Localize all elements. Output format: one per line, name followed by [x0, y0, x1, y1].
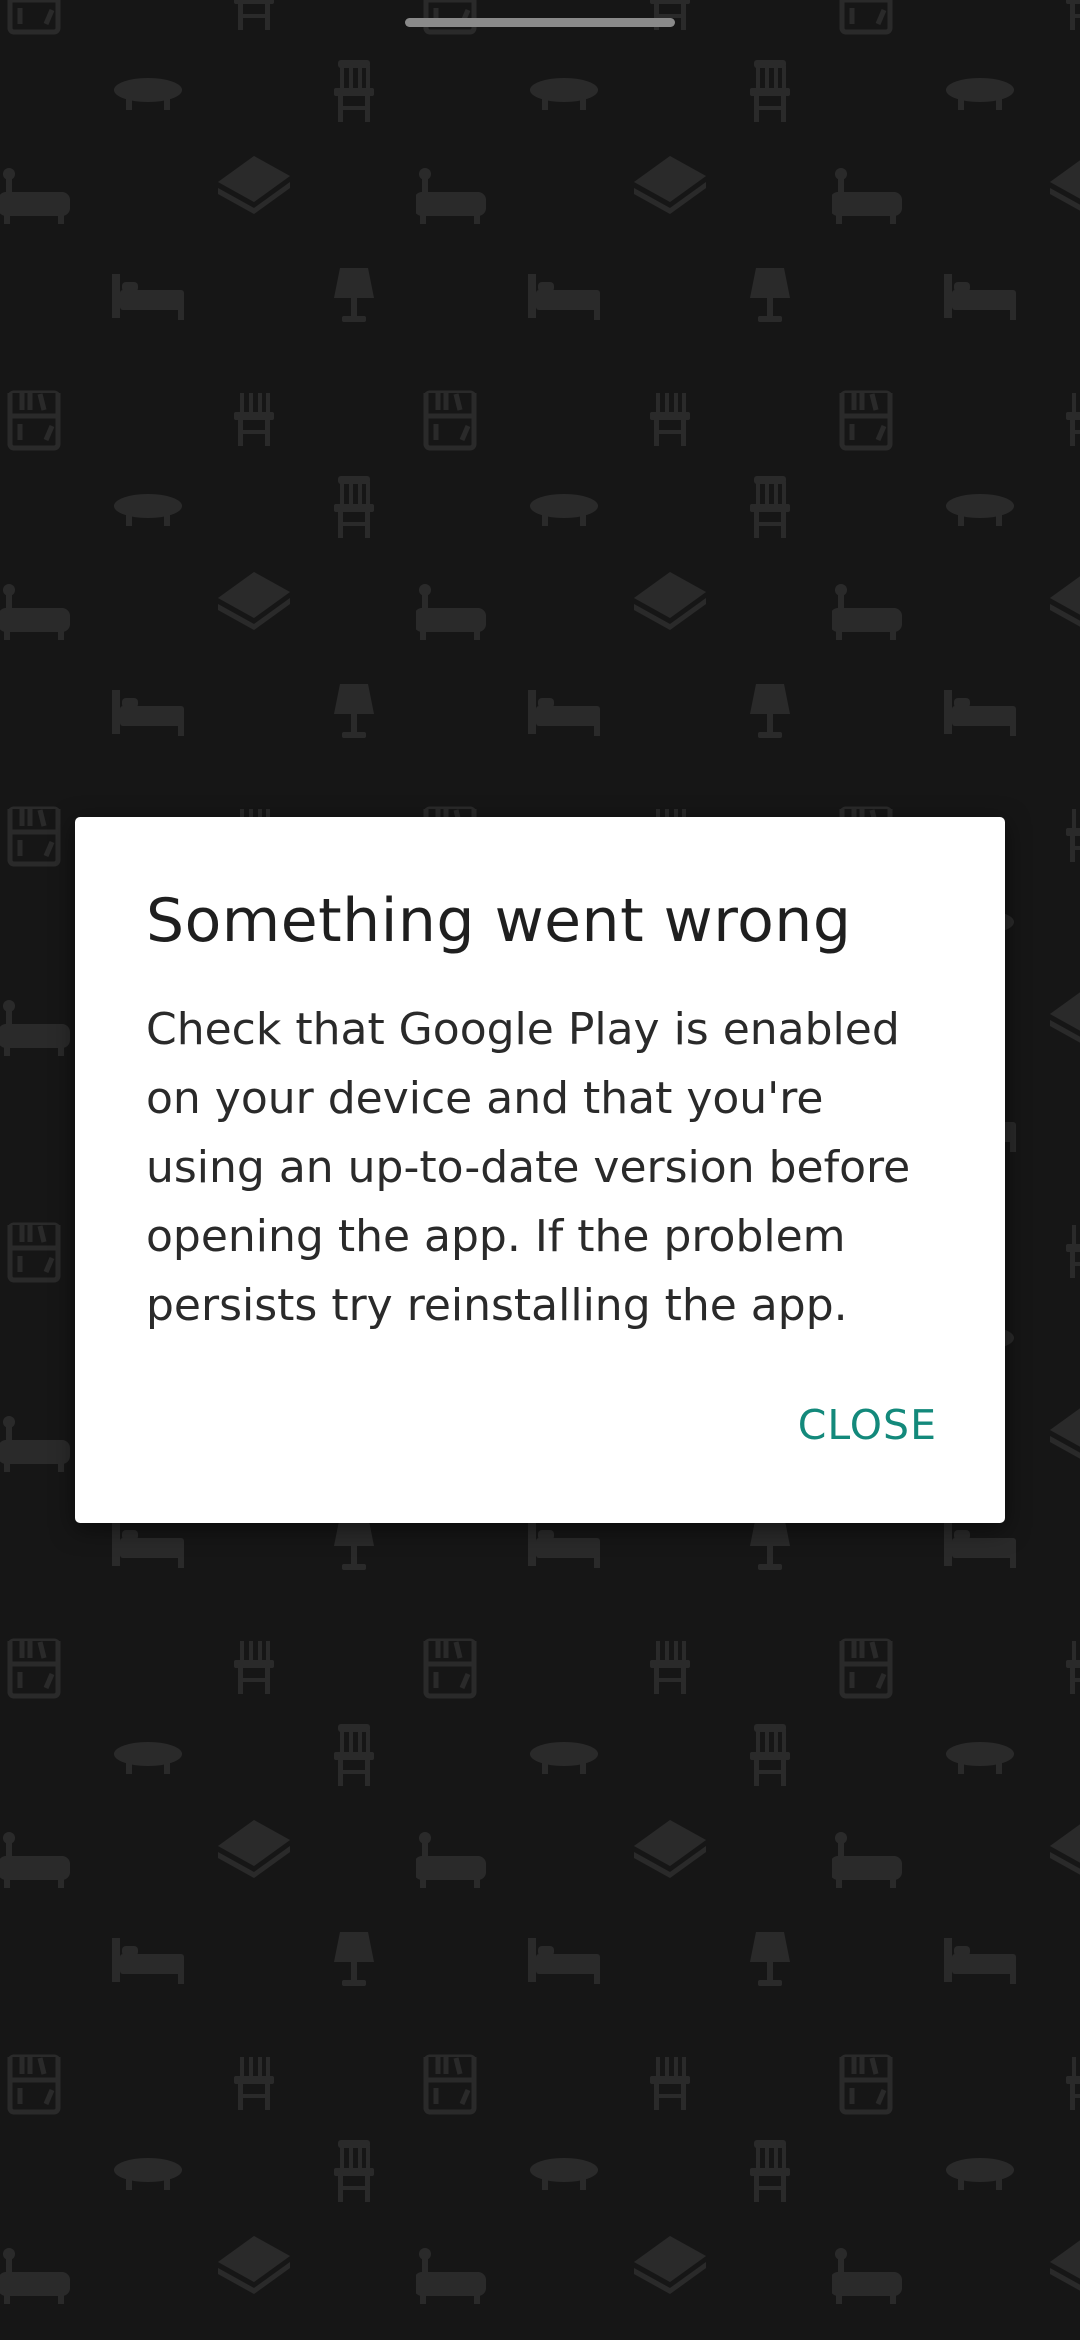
close-button[interactable]: CLOSE: [798, 1397, 937, 1453]
app-screen: Something went wrong Check that Google P…: [0, 0, 1080, 2340]
dialog-message: Check that Google Play is enabled on you…: [146, 1004, 911, 1331]
dialog-title: Something went wrong: [146, 886, 852, 956]
error-dialog: Something went wrong Check that Google P…: [75, 817, 1005, 1523]
home-indicator[interactable]: [405, 18, 675, 27]
